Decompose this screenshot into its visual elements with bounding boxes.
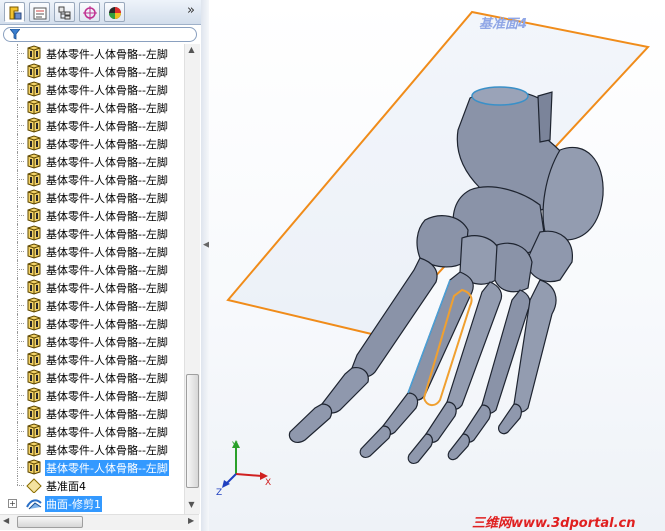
z-axis-label: Z	[216, 488, 222, 496]
x-axis-label: X	[265, 478, 271, 488]
phalanx-bones	[288, 367, 522, 465]
coordinate-triad: Y X Z	[216, 440, 271, 496]
datum-plane-label: 基准面4	[479, 17, 528, 32]
y-axis-label: Y	[231, 441, 238, 451]
foot-bone-model[interactable]	[0, 0, 665, 531]
x-axis	[235, 473, 263, 477]
watermark: 三维网www.3dportal.cn	[472, 516, 636, 531]
